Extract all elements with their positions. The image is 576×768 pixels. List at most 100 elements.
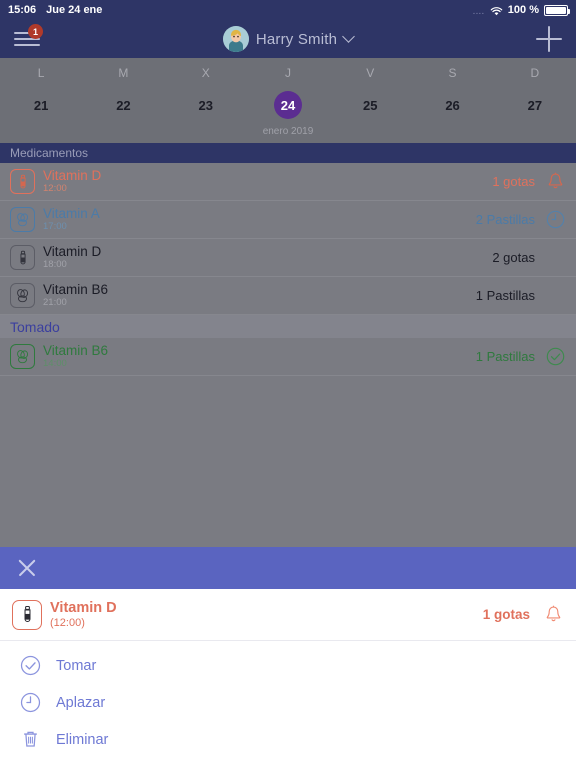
- calendar-date-label: 26: [445, 97, 460, 113]
- list-section-header-tomado: Tomado: [0, 315, 576, 338]
- clock-icon: [18, 691, 42, 715]
- menu-notification-badge: 1: [28, 24, 43, 39]
- close-icon[interactable]: [16, 557, 38, 579]
- table-row[interactable]: Vitamin D 12:00 1 gotas: [0, 163, 576, 201]
- drops-bottle-icon: [10, 245, 35, 270]
- bell-icon[interactable]: [542, 604, 564, 626]
- medication-quantity: 1 Pastillas: [475, 288, 535, 303]
- drops-bottle-icon: [10, 169, 35, 194]
- check-circle-icon: [18, 654, 42, 678]
- calendar-date-cell-22[interactable]: 22: [82, 90, 164, 120]
- calendar-dow-1: M: [118, 66, 129, 80]
- hamburger-line: [14, 44, 40, 46]
- row-action-empty: [544, 285, 566, 307]
- calendar-date-label: 23: [198, 97, 213, 113]
- nav-bar: 1 Harry Smith: [0, 20, 576, 58]
- calendar-date-cell-23[interactable]: 23: [165, 90, 247, 120]
- action-sheet-options: Tomar Aplazar Eliminar: [0, 641, 576, 768]
- bell-icon[interactable]: [544, 171, 566, 193]
- plus-icon[interactable]: [536, 26, 562, 52]
- action-item-label: Eliminar: [56, 731, 109, 748]
- calendar-date-label: 21: [33, 97, 49, 113]
- table-row[interactable]: Vitamin B6 21:00 1 Pastillas: [0, 277, 576, 315]
- calendar-dow-6: D: [530, 66, 540, 80]
- calendar-date-cell-21[interactable]: 21: [0, 90, 82, 120]
- medication-time: 14:00: [43, 358, 67, 369]
- medication-name: Vitamin D: [43, 244, 102, 259]
- calendar-strip: L M X J V S D 21 22 23 24 25 26 27 enero 2019: [0, 58, 576, 143]
- action-sheet: Vitamin D (12:00) 1 gotas Tomar Aplazar El…: [0, 547, 576, 768]
- calendar-date-cell-26[interactable]: 26: [411, 90, 493, 120]
- action-sheet-header: [0, 547, 576, 589]
- calendar-date-label: 22: [116, 97, 131, 113]
- action-sheet-medication-time: (12:00): [50, 616, 85, 629]
- action-sheet-medication-text: Vitamin D (12:00): [50, 600, 483, 630]
- action-item-tomar[interactable]: Tomar: [0, 647, 576, 684]
- calendar-month-label: enero 2019: [262, 126, 314, 137]
- medication-quantity: 1 Pastillas: [475, 349, 535, 364]
- battery-percent: 100 %: [507, 4, 539, 16]
- pills-icon: [10, 207, 35, 232]
- calendar-date-selected: 24: [273, 91, 302, 119]
- app-root: 15:06 Jue 24 ene .... 100 % 1 Harry Smit…: [0, 0, 576, 768]
- medication-time: 17:00: [43, 221, 67, 232]
- calendar-dow-2: X: [201, 66, 210, 80]
- battery-full-icon: [544, 4, 570, 16]
- status-bar-left: 15:06 Jue 24 ene: [8, 4, 102, 16]
- pills-icon: [10, 283, 35, 308]
- action-sheet-medication-quantity: 1 gotas: [482, 607, 530, 622]
- row-text: Vitamin B6 21:00: [43, 282, 476, 309]
- medication-name: Vitamin B6: [43, 343, 109, 358]
- status-time: 15:06: [8, 4, 37, 16]
- medication-time: 12:00: [43, 183, 67, 194]
- medication-quantity: 1 gotas: [492, 174, 535, 189]
- medication-time: 18:00: [43, 259, 67, 270]
- user-avatar[interactable]: [222, 26, 249, 52]
- medication-list: Medicamentos Vitamin D 12:00 1 gotas Vitamin…: [0, 143, 576, 572]
- clock-icon[interactable]: [544, 209, 566, 231]
- action-item-label: Tomar: [56, 657, 97, 674]
- medication-name: Vitamin A: [43, 206, 100, 221]
- list-section-header-primary: Medicamentos: [0, 143, 576, 163]
- calendar-dow-3: J: [284, 66, 291, 80]
- calendar-date-label: 27: [527, 97, 543, 113]
- chevron-down-icon[interactable]: [342, 29, 356, 43]
- status-date: Jue 24 ene: [46, 4, 103, 16]
- medication-time: 21:00: [43, 297, 67, 308]
- row-text: Vitamin B6 14:00: [43, 343, 476, 370]
- calendar-dow-4: V: [366, 66, 375, 80]
- action-item-eliminar[interactable]: Eliminar: [0, 721, 576, 758]
- nav-title-group: Harry Smith: [0, 20, 576, 58]
- pills-icon: [10, 344, 35, 369]
- drops-bottle-icon: [12, 599, 42, 630]
- status-bar: 15:06 Jue 24 ene .... 100 %: [0, 0, 576, 20]
- nav-user-name[interactable]: Harry Smith: [256, 31, 337, 48]
- hamburger-menu-icon[interactable]: 1: [14, 24, 43, 49]
- signal-dots-icon: ....: [473, 8, 485, 16]
- trash-icon: [18, 728, 42, 752]
- table-row[interactable]: Vitamin B6 14:00 1 Pastillas: [0, 338, 576, 376]
- medication-quantity: 2 Pastillas: [475, 212, 535, 227]
- calendar-date-label: 25: [363, 97, 378, 113]
- calendar-dow-row: LMXJVSD: [0, 66, 576, 90]
- action-sheet-medication-name: Vitamin D: [50, 599, 117, 616]
- medication-name: Vitamin B6: [43, 282, 109, 297]
- action-sheet-medication-row: Vitamin D (12:00) 1 gotas: [0, 589, 576, 641]
- row-text: Vitamin D 12:00: [43, 168, 492, 195]
- medication-quantity: 2 gotas: [492, 250, 535, 265]
- calendar-date-cell-24[interactable]: 24: [247, 90, 329, 120]
- row-text: Vitamin A 17:00: [43, 206, 476, 233]
- calendar-date-cell-25[interactable]: 25: [329, 90, 411, 120]
- row-text: Vitamin D 18:00: [43, 244, 492, 271]
- check-circle-icon[interactable]: [544, 346, 566, 368]
- calendar-date-cell-27[interactable]: 27: [494, 90, 576, 120]
- action-item-label: Aplazar: [56, 694, 106, 711]
- table-row[interactable]: Vitamin A 17:00 2 Pastillas: [0, 201, 576, 239]
- wifi-icon: [490, 6, 503, 17]
- medication-name: Vitamin D: [43, 168, 102, 183]
- table-row[interactable]: Vitamin D 18:00 2 gotas: [0, 239, 576, 277]
- calendar-date-row: 21 22 23 24 25 26 27: [0, 90, 576, 120]
- status-bar-right: .... 100 %: [473, 4, 570, 17]
- row-action-empty: [544, 247, 566, 269]
- action-item-aplazar[interactable]: Aplazar: [0, 684, 576, 721]
